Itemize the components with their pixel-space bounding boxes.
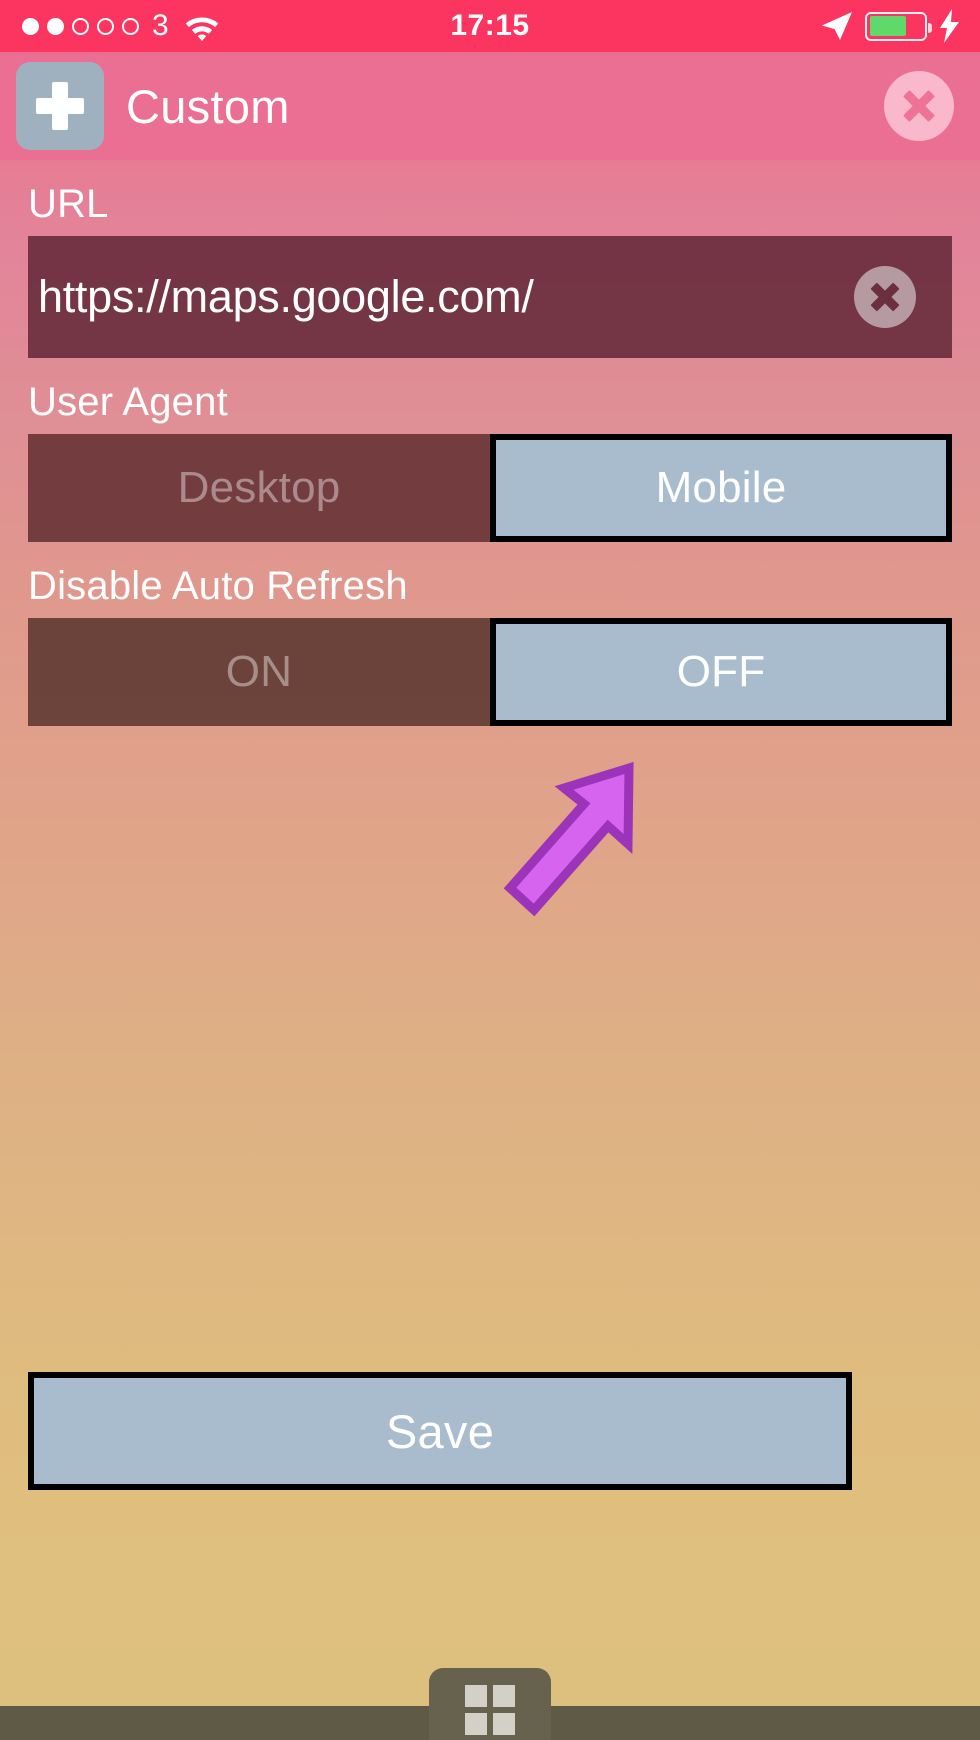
status-bar: 3 17:15 (0, 0, 980, 52)
page-header: Custom (0, 52, 980, 160)
signal-dot-5 (122, 17, 139, 35)
auto-refresh-option-off[interactable]: OFF (490, 618, 952, 726)
plus-icon (36, 82, 84, 130)
status-bar-right (820, 0, 960, 52)
signal-strength-dots (22, 17, 139, 35)
apps-grid-tab-button[interactable] (429, 1668, 551, 1740)
url-label: URL (28, 182, 109, 226)
status-bar-clock: 17:15 (450, 9, 530, 42)
lightning-bolt-icon (940, 9, 959, 43)
grid-cell-1 (465, 1685, 487, 1707)
signal-dot-3 (72, 17, 89, 35)
close-button[interactable] (884, 71, 954, 141)
user-agent-option-desktop[interactable]: Desktop (28, 434, 490, 542)
signal-dot-2 (47, 17, 64, 35)
page-title: Custom (126, 79, 290, 133)
battery-icon (865, 11, 932, 41)
grid-apps-icon (465, 1685, 515, 1735)
clear-circle-icon (869, 281, 901, 313)
app-screen: 3 17:15 Custom URL https://maps.google.c… (0, 0, 980, 1740)
user-agent-label: User Agent (28, 380, 228, 424)
carrier-label: 3 (152, 9, 169, 42)
grid-cell-4 (493, 1713, 515, 1735)
user-agent-segmented-control: Desktop Mobile (28, 434, 952, 542)
clear-url-button[interactable] (854, 266, 916, 328)
grid-cell-2 (493, 1685, 515, 1707)
url-field-row[interactable]: https://maps.google.com/ (28, 236, 952, 358)
url-input[interactable]: https://maps.google.com/ (28, 271, 534, 323)
bottom-tab-bar (0, 1668, 980, 1740)
status-bar-left: 3 (0, 9, 222, 43)
location-arrow-icon (822, 12, 852, 40)
save-button[interactable]: Save (28, 1372, 852, 1490)
wifi-icon (185, 17, 218, 41)
close-icon (901, 88, 937, 124)
battery-level-fill (869, 16, 906, 36)
user-agent-option-mobile[interactable]: Mobile (490, 434, 952, 542)
disable-auto-refresh-segmented-control: ON OFF (28, 618, 952, 726)
disable-auto-refresh-label: Disable Auto Refresh (28, 564, 408, 608)
form-content: URL https://maps.google.com/ User Agent … (0, 160, 980, 726)
arrow-up-right-icon (503, 761, 634, 917)
signal-dot-1 (22, 17, 39, 35)
grid-cell-3 (465, 1713, 487, 1735)
add-custom-button[interactable] (16, 62, 104, 150)
signal-dot-4 (97, 17, 114, 35)
auto-refresh-option-on[interactable]: ON (28, 618, 490, 726)
